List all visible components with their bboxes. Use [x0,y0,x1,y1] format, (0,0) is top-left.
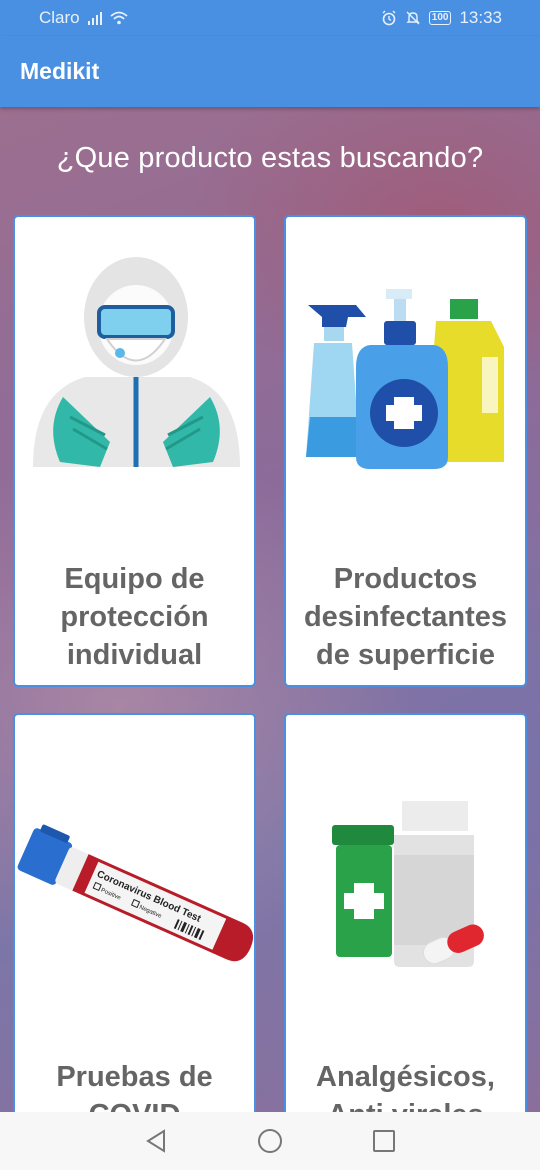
medicine-bottles-icon [332,801,484,967]
clock: 13:33 [459,8,502,27]
category-card-analgesics[interactable]: Analgésicos, Anti virales [284,713,527,1133]
back-button[interactable] [139,1124,173,1158]
alarm-icon [382,10,396,26]
status-left: Claro [39,8,128,28]
back-icon [146,1129,165,1153]
ppe-suit-icon [33,257,240,467]
wifi-icon [110,11,128,25]
battery-icon: 100 [428,11,452,25]
recents-icon [373,1130,395,1152]
app-title: Medikit [20,58,100,84]
system-nav-bar [0,1112,540,1170]
blood-test-tube-icon: Coronavirus Blood Test Positive Negative [17,824,254,963]
page-heading: ¿Que producto estas buscando? [56,142,484,174]
category-label: Equipo de protección individual [60,563,209,671]
status-right: 100 13:33 [381,8,502,28]
status-bar: Claro 100 13:33 [0,0,540,36]
recents-button[interactable] [367,1124,401,1158]
carrier-name: Claro [39,8,80,27]
category-label: Productos desinfectantes de superficie [303,563,508,671]
signal-icon [87,11,102,25]
category-card-ppe[interactable]: Equipo de protección individual [13,215,256,687]
home-button[interactable] [253,1124,287,1158]
app-bar: Medikit [0,36,540,107]
category-card-covid-tests[interactable]: Coronavirus Blood Test Positive Negative… [13,713,256,1133]
category-card-disinfectants[interactable]: Productos desinfectantes de superficie [284,215,527,687]
disinfectant-bottles-icon [306,289,504,469]
home-icon [258,1129,282,1153]
mute-icon [406,11,420,25]
